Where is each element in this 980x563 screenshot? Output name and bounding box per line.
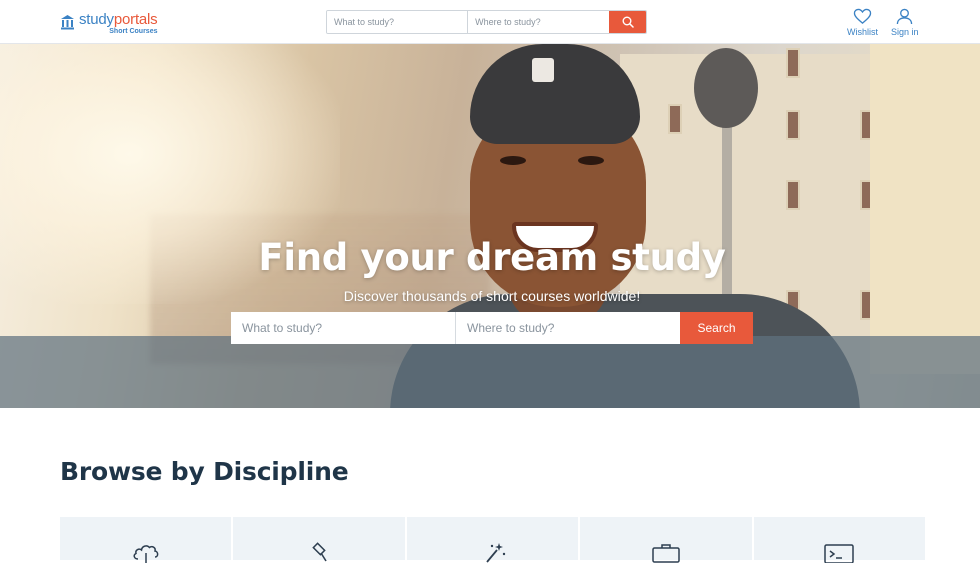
browse-by-discipline-heading: Browse by Discipline — [60, 457, 349, 486]
studyportals-logo[interactable]: studyportals Short Courses — [60, 11, 158, 35]
hero-subtitle: Discover thousands of short courses worl… — [343, 288, 641, 304]
hero-search-button[interactable]: Search — [680, 312, 753, 344]
search-icon — [622, 16, 634, 28]
hero-search-bar: Search — [231, 312, 753, 344]
sign-in-label: Sign in — [891, 27, 919, 37]
discipline-card[interactable] — [233, 517, 405, 562]
header-what-to-study-input[interactable] — [327, 11, 469, 33]
heart-icon — [853, 8, 872, 24]
hero-title: Find your dream study — [258, 236, 726, 279]
wishlist-link[interactable]: Wishlist — [847, 8, 878, 37]
hero-banner: Find your dream study Discover thousands… — [0, 44, 980, 408]
logo-wordmark: studyportals — [79, 11, 158, 28]
hero-where-to-study-input[interactable] — [456, 312, 680, 344]
logo-subtitle: Short Courses — [109, 28, 158, 35]
university-building-icon — [61, 15, 74, 30]
discipline-grid — [60, 517, 926, 563]
wishlist-label: Wishlist — [847, 27, 878, 37]
header-where-to-study-input[interactable] — [468, 11, 610, 33]
header-search-button[interactable] — [609, 11, 646, 33]
top-navigation: studyportals Short Courses Wishlist Sign… — [0, 0, 980, 44]
header-search-bar — [326, 10, 647, 34]
discipline-card[interactable] — [60, 517, 232, 563]
user-icon — [897, 8, 913, 25]
discipline-card[interactable] — [580, 517, 752, 563]
discipline-card[interactable] — [753, 517, 926, 563]
hero-search-band — [0, 336, 980, 408]
hero-what-to-study-input[interactable] — [231, 312, 456, 344]
discipline-card[interactable] — [406, 517, 579, 563]
sign-in-link[interactable]: Sign in — [891, 8, 919, 37]
